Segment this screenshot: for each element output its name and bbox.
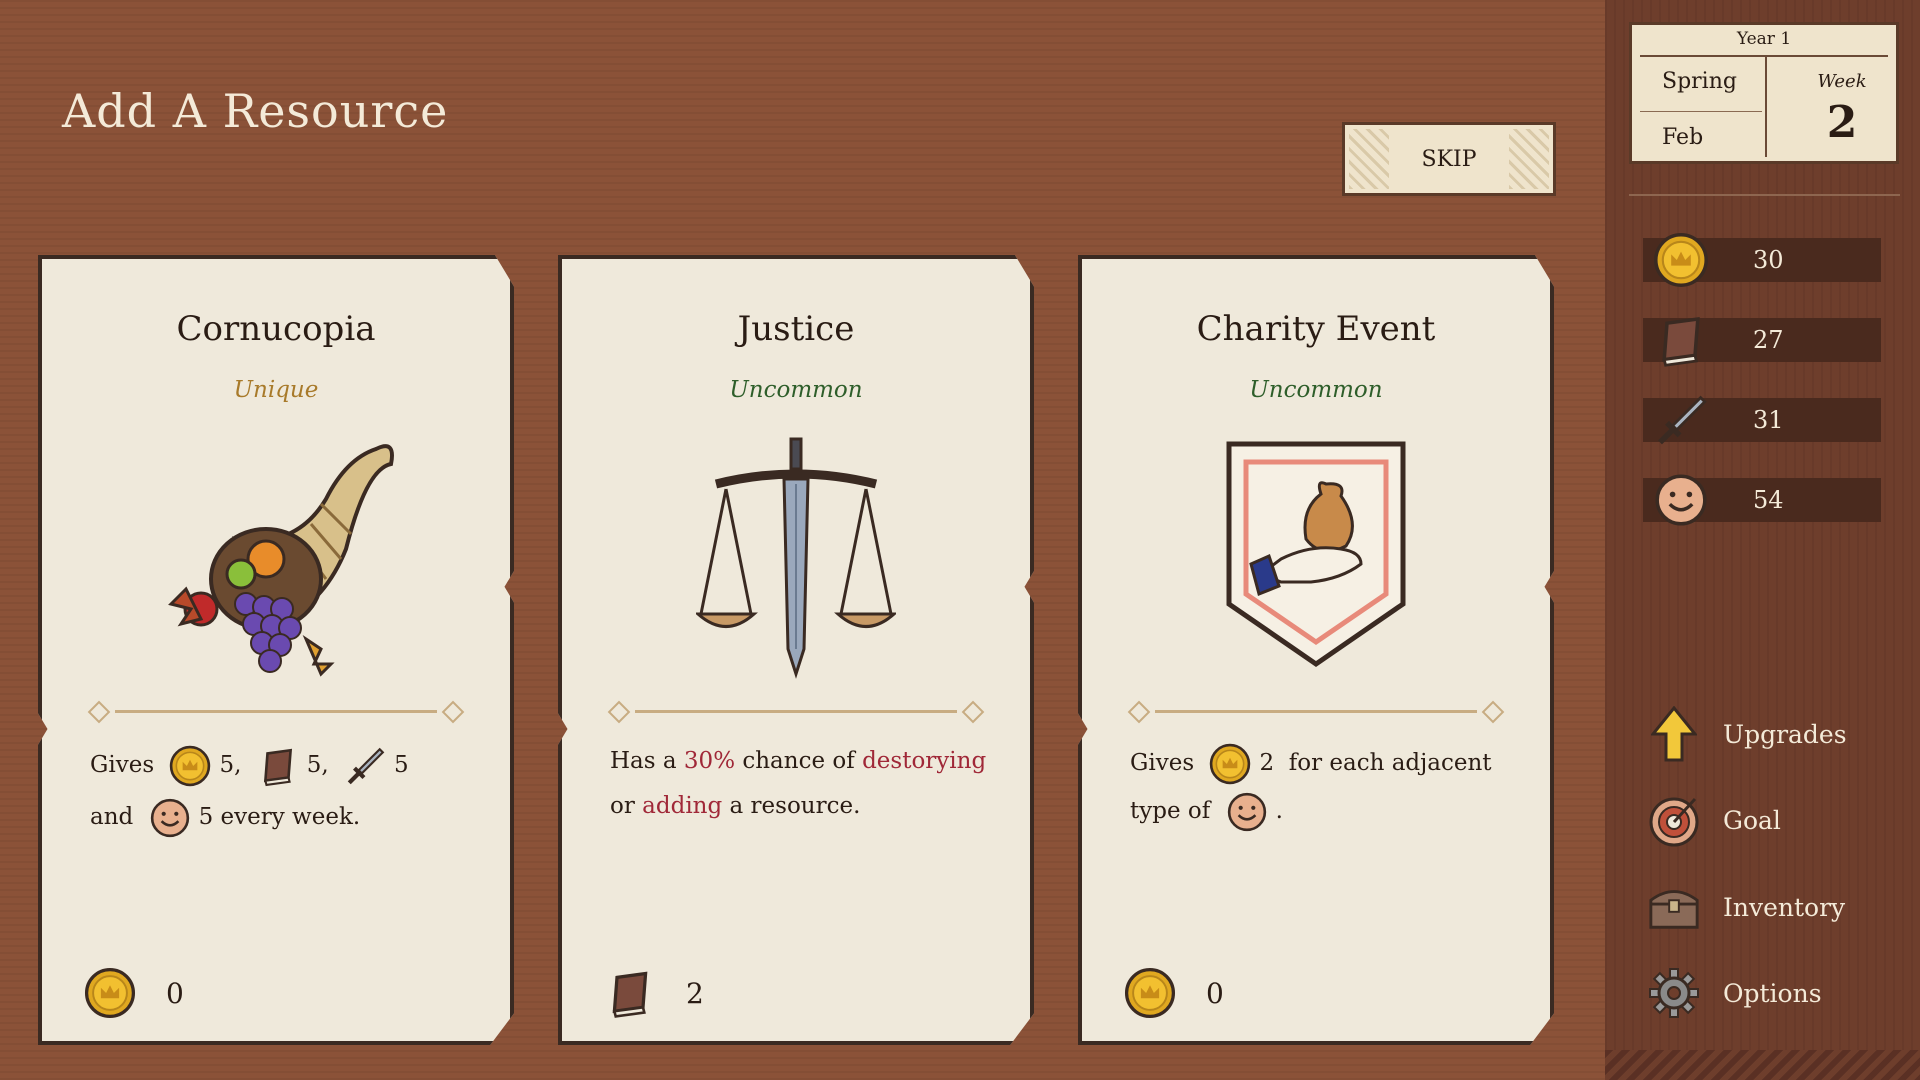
card-divider <box>87 700 465 724</box>
skip-label: SKIP <box>1421 146 1477 172</box>
book-icon <box>1653 312 1709 368</box>
cost-value: 0 <box>166 976 184 1010</box>
coin-icon <box>1124 967 1176 1019</box>
smiley-icon <box>1653 472 1709 528</box>
cost-value: 2 <box>686 976 704 1010</box>
resource-value: 30 <box>1753 246 1784 274</box>
calendar: Year 1 Spring Feb Week 2 <box>1629 22 1899 164</box>
sidebar-footer-pattern <box>1605 1050 1920 1080</box>
card-name: Justice <box>737 309 855 349</box>
smiley-icon <box>1226 791 1268 833</box>
card-description: Gives 5, 5, 5 and 5 every week. <box>90 739 470 843</box>
card-name: Cornucopia <box>176 309 376 349</box>
card-cost: 0 <box>84 967 184 1019</box>
resource-value: 27 <box>1753 326 1784 354</box>
skip-button[interactable]: SKIP <box>1342 122 1556 196</box>
card-cost: 0 <box>1124 967 1224 1019</box>
card-divider <box>1127 700 1505 724</box>
sword-icon <box>1653 392 1709 448</box>
resource-swords: 31 <box>1643 398 1881 442</box>
coin-icon <box>169 745 211 787</box>
card-name: Charity Event <box>1196 309 1436 349</box>
book-icon <box>257 745 299 787</box>
resource-value: 54 <box>1753 486 1784 514</box>
resource-books: 27 <box>1643 318 1881 362</box>
card-cost: 2 <box>604 967 704 1019</box>
calendar-month: Feb <box>1662 125 1704 150</box>
calendar-year: Year 1 <box>1736 29 1792 49</box>
resource-happiness: 54 <box>1643 478 1881 522</box>
menu-goal[interactable]: Goal <box>1647 790 1781 850</box>
target-icon <box>1647 793 1701 847</box>
card-description: Gives 2 for each adjacent type of . <box>1130 739 1510 835</box>
book-icon <box>604 967 656 1019</box>
button-pattern <box>1349 129 1389 189</box>
resource-coins: 30 <box>1643 238 1881 282</box>
card-rarity: Unique <box>233 377 319 403</box>
coin-icon <box>1209 743 1251 785</box>
menu-options[interactable]: Options <box>1647 963 1822 1023</box>
divider <box>1629 194 1900 196</box>
card-rarity: Uncommon <box>1249 377 1383 403</box>
sword-icon <box>344 745 386 787</box>
button-pattern <box>1509 129 1549 189</box>
calendar-week-number: 2 <box>1826 97 1858 148</box>
card-justice[interactable]: Justice Uncommon Has a 30% chance of des… <box>558 255 1034 1045</box>
page-title: Add A Resource <box>62 84 449 138</box>
chest-icon <box>1647 880 1701 934</box>
cornucopia-art <box>42 424 510 684</box>
cost-value: 0 <box>1206 976 1224 1010</box>
coin-icon <box>84 967 136 1019</box>
smiley-icon <box>149 797 191 839</box>
gear-icon <box>1647 966 1701 1020</box>
menu-upgrades[interactable]: Upgrades <box>1647 704 1847 764</box>
card-description: Has a 30% chance of destorying or adding… <box>610 748 987 819</box>
card-divider <box>607 700 985 724</box>
calendar-season: Spring <box>1662 69 1737 94</box>
menu-inventory[interactable]: Inventory <box>1647 877 1845 937</box>
calendar-week-label: Week <box>1817 71 1867 92</box>
card-rarity: Uncommon <box>729 377 863 403</box>
justice-art <box>562 424 1030 684</box>
card-charity-event[interactable]: Charity Event Uncommon Gives 2 for each … <box>1078 255 1554 1045</box>
sidebar: Year 1 Spring Feb Week 2 30 27 31 54 Upg… <box>1605 0 1920 1080</box>
card-cornucopia[interactable]: Cornucopia Unique Gives 5, 5, 5 and 5 ev… <box>38 255 514 1045</box>
resource-value: 31 <box>1753 406 1784 434</box>
coin-icon <box>1653 232 1709 288</box>
charity-art <box>1082 424 1550 684</box>
arrow-up-icon <box>1647 706 1701 762</box>
main-area: Add A Resource SKIP Cornucopia Unique Gi… <box>0 0 1605 1080</box>
